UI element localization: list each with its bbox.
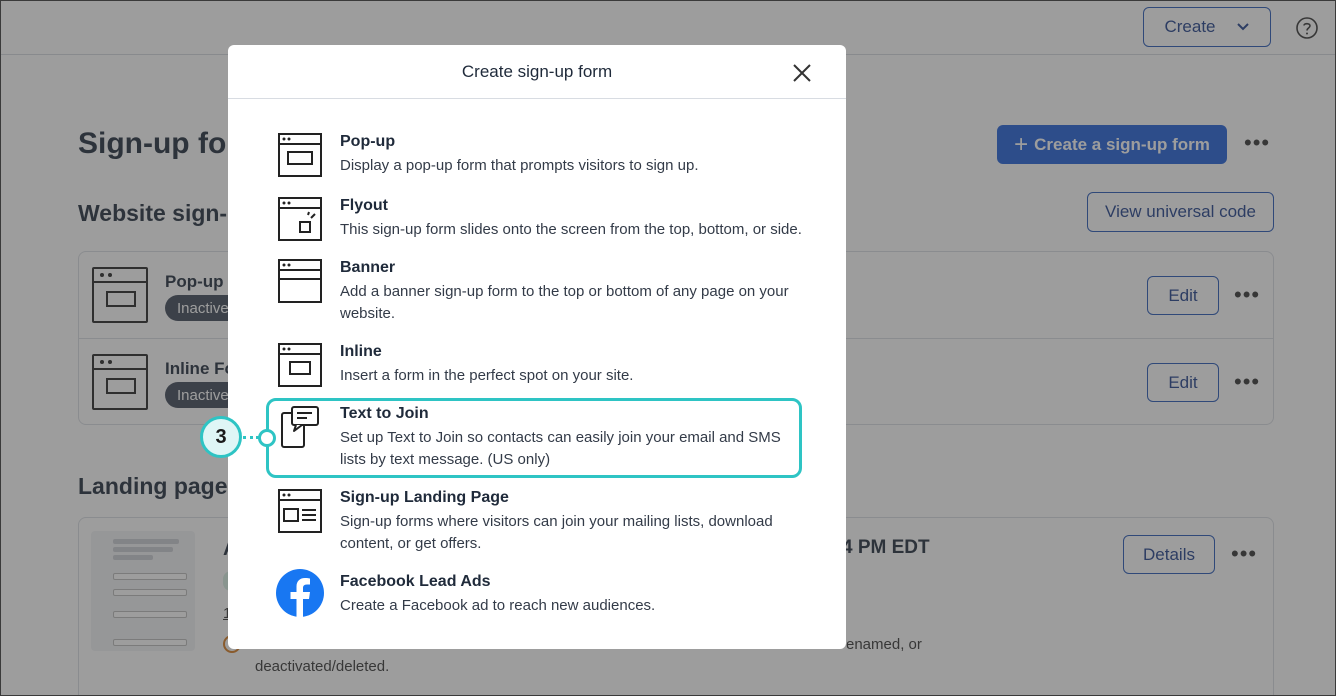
option-description: Insert a form in the perfect spot on you…	[340, 367, 634, 384]
option-popup[interactable]: Pop-up Display a pop-up form that prompt…	[268, 133, 808, 177]
dialog-title: Create sign-up form	[461, 62, 613, 81]
step-highlight-box	[266, 398, 802, 478]
step-connector	[243, 436, 259, 439]
option-sign-up-landing-page[interactable]: Sign-up Landing Page Sign-up forms where…	[268, 489, 808, 555]
step-connector-ring	[258, 429, 276, 447]
close-icon[interactable]	[788, 59, 816, 87]
option-description: Sign-up forms where visitors can join yo…	[340, 513, 773, 552]
option-description: Create a Facebook ad to reach new audien…	[340, 597, 656, 614]
popup-form-icon	[278, 133, 322, 177]
create-sign-up-form-dialog: Create sign-up form Pop-up Display a pop…	[228, 45, 846, 649]
step-number-badge: 3	[200, 416, 242, 458]
option-title: Banner	[340, 259, 396, 276]
option-title: Pop-up	[340, 133, 396, 150]
app-frame: Create Sign-up for + Create a sign-up fo…	[0, 0, 1336, 696]
option-title: Facebook Lead Ads	[340, 573, 491, 590]
flyout-form-icon	[278, 197, 322, 241]
facebook-icon	[276, 569, 324, 617]
option-title: Flyout	[340, 197, 388, 214]
dialog-header: Create sign-up form	[228, 45, 846, 99]
option-facebook-lead-ads[interactable]: Facebook Lead Ads Create a Facebook ad t…	[268, 569, 808, 621]
option-flyout[interactable]: Flyout This sign-up form slides onto the…	[268, 197, 808, 241]
option-description: This sign-up form slides onto the screen…	[340, 221, 802, 238]
option-banner[interactable]: Banner Add a banner sign-up form to the …	[268, 259, 808, 325]
inline-form-icon	[278, 343, 322, 387]
option-description: Add a banner sign-up form to the top or …	[340, 283, 789, 322]
option-inline[interactable]: Inline Insert a form in the perfect spot…	[268, 343, 808, 387]
landing-page-icon	[278, 489, 322, 533]
banner-form-icon	[278, 259, 322, 303]
option-title: Sign-up Landing Page	[340, 489, 509, 506]
option-title: Inline	[340, 343, 382, 360]
option-description: Display a pop-up form that prompts visit…	[340, 157, 699, 174]
